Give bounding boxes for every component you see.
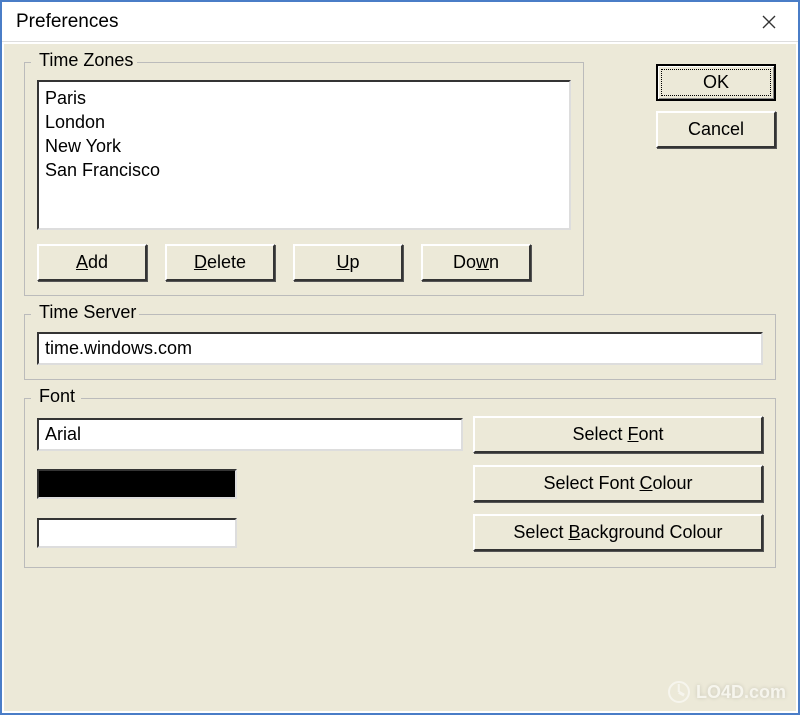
timeserver-group: Time Server (24, 314, 776, 380)
watermark: LO4D.com (668, 681, 786, 703)
up-button[interactable]: Up (293, 244, 403, 281)
client-area: Time Zones Paris London New York San Fra… (4, 44, 796, 711)
preferences-window: Preferences Time Zones Paris London New … (0, 0, 800, 715)
font-legend: Font (35, 386, 79, 407)
timezones-legend: Time Zones (35, 50, 137, 71)
watermark-text: LO4D.com (696, 682, 786, 703)
font-colour-swatch (37, 469, 237, 499)
font-group: Font Select Font Select Font Colour Sele… (24, 398, 776, 568)
select-font-colour-button[interactable]: Select Font Colour (473, 465, 763, 502)
close-button[interactable] (744, 4, 794, 40)
timezones-listbox[interactable]: Paris London New York San Francisco (37, 80, 571, 230)
cancel-button[interactable]: Cancel (656, 111, 776, 148)
timezones-group: Time Zones Paris London New York San Fra… (24, 62, 584, 296)
background-colour-swatch (37, 518, 237, 548)
close-icon (761, 14, 777, 30)
ok-button[interactable]: OK (656, 64, 776, 101)
list-item[interactable]: London (45, 110, 563, 134)
down-button[interactable]: Down (421, 244, 531, 281)
list-item[interactable]: Paris (45, 86, 563, 110)
list-item[interactable]: New York (45, 134, 563, 158)
titlebar: Preferences (2, 2, 798, 42)
window-title: Preferences (16, 11, 118, 33)
timeserver-legend: Time Server (35, 302, 140, 323)
list-item[interactable]: San Francisco (45, 158, 563, 182)
add-button[interactable]: Add (37, 244, 147, 281)
clock-icon (668, 681, 690, 703)
delete-button[interactable]: Delete (165, 244, 275, 281)
select-background-colour-button[interactable]: Select Background Colour (473, 514, 763, 551)
font-name-input[interactable] (37, 418, 463, 451)
select-font-button[interactable]: Select Font (473, 416, 763, 453)
timeserver-input[interactable] (37, 332, 763, 365)
